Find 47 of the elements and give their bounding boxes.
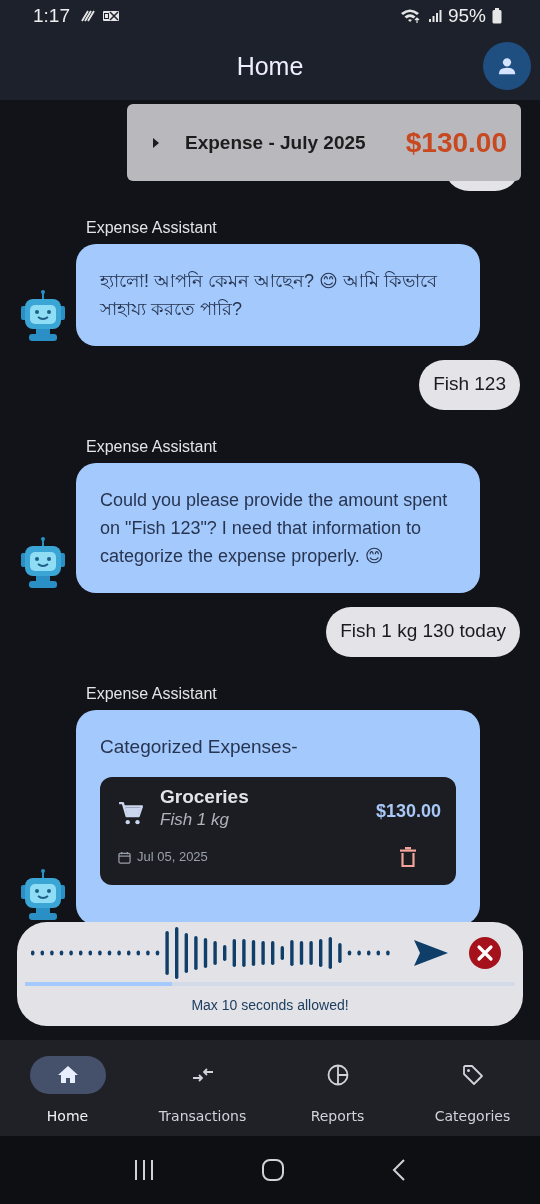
- message-bubble: হ্যালো! আপনি কেমন আছেন? 😊 আমি কিভাবে সাহায্য করতে পারি?: [76, 244, 480, 346]
- send-icon: [413, 939, 449, 967]
- person-icon: [496, 55, 518, 77]
- message-bubble: Fish 1 kg 130 today: [326, 607, 520, 657]
- signal-icon: [427, 9, 442, 23]
- back-icon[interactable]: [391, 1158, 407, 1182]
- recents-icon[interactable]: [133, 1159, 155, 1181]
- screen-title: Home: [236, 51, 304, 81]
- expense-amount: $130.00: [375, 800, 441, 823]
- status-time: 1:17: [33, 5, 70, 27]
- robot-avatar-icon: [20, 290, 66, 342]
- wifi-icon: [399, 8, 422, 24]
- home-button-icon[interactable]: [261, 1158, 285, 1182]
- trash-icon: [399, 846, 417, 868]
- summary-label: Expense - July 2025: [185, 131, 367, 154]
- message-bubble: Fish 123: [419, 360, 520, 410]
- nav-tab[interactable]: Reports: [270, 1040, 405, 1136]
- sender-name: Expense Assistant: [86, 219, 218, 237]
- calendar-icon: [118, 850, 131, 864]
- message-text: Categorized Expenses-: [100, 735, 299, 759]
- cart-icon: [118, 801, 144, 827]
- nav-tab[interactable]: Home: [0, 1040, 135, 1136]
- pie-chart-icon: [325, 1063, 350, 1087]
- expense-date: Jul 05, 2025: [137, 848, 208, 866]
- battery-level: 95%: [447, 5, 486, 27]
- tag-icon: [460, 1063, 485, 1087]
- close-icon: [469, 937, 501, 969]
- delete-button[interactable]: [399, 846, 417, 868]
- nav-tab[interactable]: Transactions: [135, 1040, 270, 1136]
- robot-avatar-icon: [20, 537, 66, 589]
- robot-avatar-icon: [20, 869, 66, 921]
- cancel-button[interactable]: [469, 937, 501, 969]
- summary-amount: $130.00: [405, 126, 507, 159]
- expense-category: Groceries: [160, 785, 250, 808]
- data-saver-icon: [80, 9, 96, 23]
- mail-icon: [102, 9, 120, 23]
- expense-note: Fish 1 kg: [160, 809, 230, 831]
- send-button[interactable]: [413, 939, 449, 967]
- expand-arrow-icon: [151, 135, 161, 150]
- sender-name: Expense Assistant: [86, 685, 218, 703]
- message-bubble: Could you please provide the amount spent on "Fish 123"? I need that information to categorize the expense properly. 😊: [76, 463, 480, 593]
- sender-name: Expense Assistant: [86, 438, 218, 456]
- recording-hint: Max 10 seconds allowed!: [190, 997, 350, 1013]
- summary-banner[interactable]: Expense - July 2025 $130.00: [127, 104, 521, 181]
- profile-button[interactable]: [483, 42, 531, 90]
- nav-tab[interactable]: Categories: [405, 1040, 540, 1136]
- battery-icon: [492, 8, 502, 24]
